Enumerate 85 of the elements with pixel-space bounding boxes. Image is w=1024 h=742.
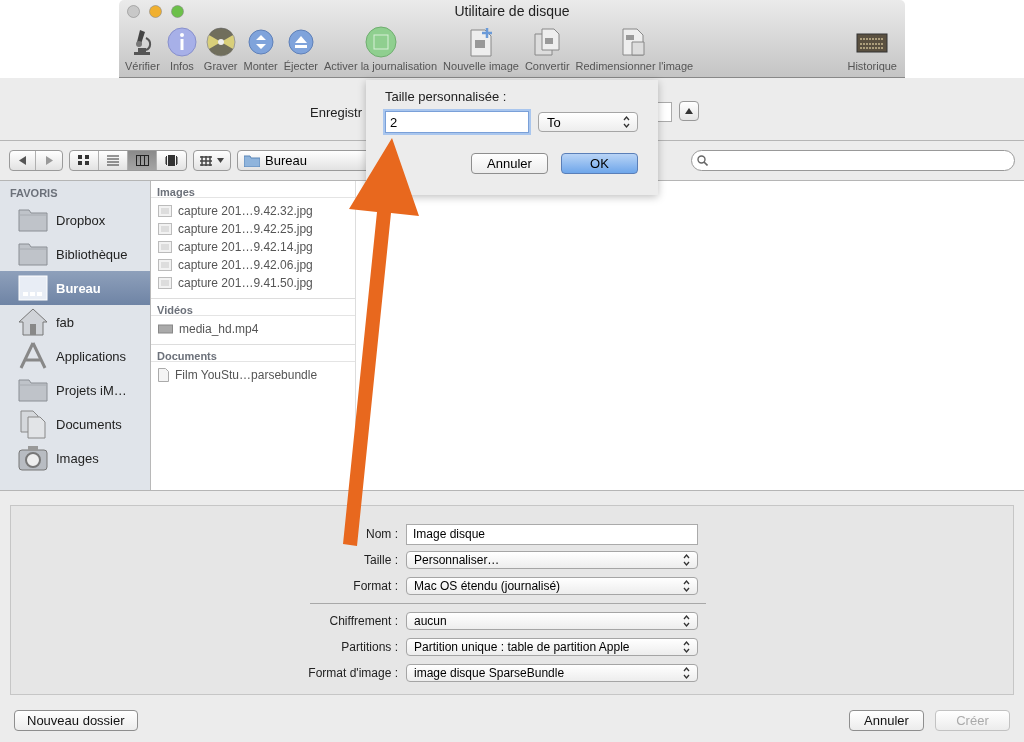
disclosure-button[interactable]	[679, 101, 699, 121]
group-heading: Vidéos	[151, 299, 355, 316]
field-label: Nom :	[365, 527, 398, 541]
popup-button[interactable]: Mac OS étendu (journalisé)	[406, 577, 698, 595]
image-file-icon	[158, 223, 172, 235]
search-field[interactable]	[691, 150, 1015, 171]
arrange-button[interactable]	[193, 150, 231, 171]
updown-arrows-icon	[682, 666, 691, 680]
field-label: Format d'image :	[307, 666, 398, 680]
toolbar-button[interactable]: Convertir	[524, 26, 570, 72]
field-label: Chiffrement :	[328, 614, 398, 628]
popup-button[interactable]: Personnaliser…	[406, 551, 698, 569]
triangle-left-icon	[19, 156, 26, 165]
info-icon	[165, 26, 198, 58]
sidebar-item[interactable]: Applications	[0, 339, 150, 373]
field-label: Format :	[352, 579, 398, 593]
sidebar-item[interactable]: Projets iM…	[0, 373, 150, 407]
toolbar-button[interactable]: Redimensionner l'image	[575, 26, 694, 72]
file-item[interactable]: capture 201…9.42.14.jpg	[151, 238, 355, 256]
view-mode-control[interactable]	[69, 150, 187, 171]
folder-icon	[244, 154, 260, 167]
radiation-icon	[204, 26, 237, 58]
field-label: Taille personnalisée :	[385, 89, 508, 106]
file-item[interactable]: capture 201…9.41.50.jpg	[151, 274, 355, 292]
view-mode-button[interactable]	[128, 151, 157, 170]
caret-icon	[217, 158, 224, 163]
dialog-button[interactable]: Nouveau dossier	[14, 709, 138, 731]
window-title: Utilitaire de disque	[454, 2, 570, 20]
sidebar-item[interactable]: Images	[0, 441, 150, 475]
camera-icon	[18, 443, 48, 473]
triangle-up-icon	[685, 108, 693, 114]
back-forward-control[interactable]	[9, 150, 63, 171]
sidebar-heading: FAVORIS	[9, 186, 59, 201]
document-icon	[158, 368, 169, 382]
popover-button[interactable]: Annuler	[471, 153, 548, 174]
updown-arrows-icon	[682, 553, 691, 567]
list-view-icon	[106, 155, 120, 166]
save-as-label: Enregistr	[310, 105, 363, 120]
unit-popup[interactable]: To	[538, 112, 638, 132]
group-heading: Documents	[151, 345, 355, 362]
toolbar-button[interactable]: Infos	[165, 26, 198, 72]
toolbar-button[interactable]: Monter	[243, 26, 278, 72]
sidebar-item[interactable]: Dropbox	[0, 203, 150, 237]
updown-arrows-icon	[682, 614, 691, 628]
sidebar-item[interactable]: Documents	[0, 407, 150, 441]
toolbar-button[interactable]: Nouvelle image	[443, 26, 519, 72]
file-item[interactable]: capture 201…9.42.25.jpg	[151, 220, 355, 238]
file-item[interactable]: capture 201…9.42.06.jpg	[151, 256, 355, 274]
toolbar-button[interactable]: Activer la journalisation	[323, 26, 438, 72]
grid-icon	[200, 155, 212, 166]
group-heading: Images	[151, 181, 355, 198]
file-item[interactable]: media_hd.mp4	[151, 320, 355, 338]
size-field[interactable]: 2	[385, 111, 529, 133]
updown-arrows-icon	[682, 579, 691, 593]
cover-flow-icon	[165, 155, 178, 166]
popup-button[interactable]: Partition unique : table de partition Apple	[406, 638, 698, 656]
updown-arrows-icon	[682, 640, 691, 654]
documents-icon	[18, 409, 48, 439]
toolbar-button[interactable]: Éjecter	[283, 26, 318, 72]
updown-arrows-icon	[622, 115, 631, 129]
field-label: Partitions :	[340, 640, 398, 654]
toolbar-button[interactable]: Graver	[203, 26, 238, 72]
file-item[interactable]: capture 201…9.42.32.jpg	[151, 202, 355, 220]
popover-button[interactable]: OK	[561, 153, 638, 174]
field-label: Taille :	[363, 553, 398, 567]
file-item[interactable]: Film YouStu…parsebundle	[151, 366, 355, 384]
image-file-icon	[158, 259, 172, 271]
image-file-icon	[158, 205, 172, 217]
popup-button[interactable]: aucun	[406, 612, 698, 630]
column-view-icon	[135, 155, 149, 166]
sidebar-item[interactable]: Bibliothèque	[0, 237, 150, 271]
popup-button[interactable]: image disque SparseBundle	[406, 664, 698, 682]
search-icon	[697, 155, 708, 166]
toolbar-button[interactable]: Vérifier	[125, 26, 160, 72]
desktop-icon	[18, 273, 48, 303]
image-file-icon	[158, 241, 172, 253]
sidebar-item[interactable]: fab	[0, 305, 150, 339]
icon-view-icon	[77, 155, 91, 166]
house-icon	[18, 307, 48, 337]
dialog-button[interactable]: Annuler	[849, 709, 924, 731]
triangle-right-icon	[45, 156, 53, 165]
image-file-icon	[158, 277, 172, 289]
toolbar-button[interactable]: Historique	[847, 26, 897, 72]
video-file-icon	[158, 324, 173, 334]
text-field[interactable]: Image disque	[406, 523, 698, 545]
